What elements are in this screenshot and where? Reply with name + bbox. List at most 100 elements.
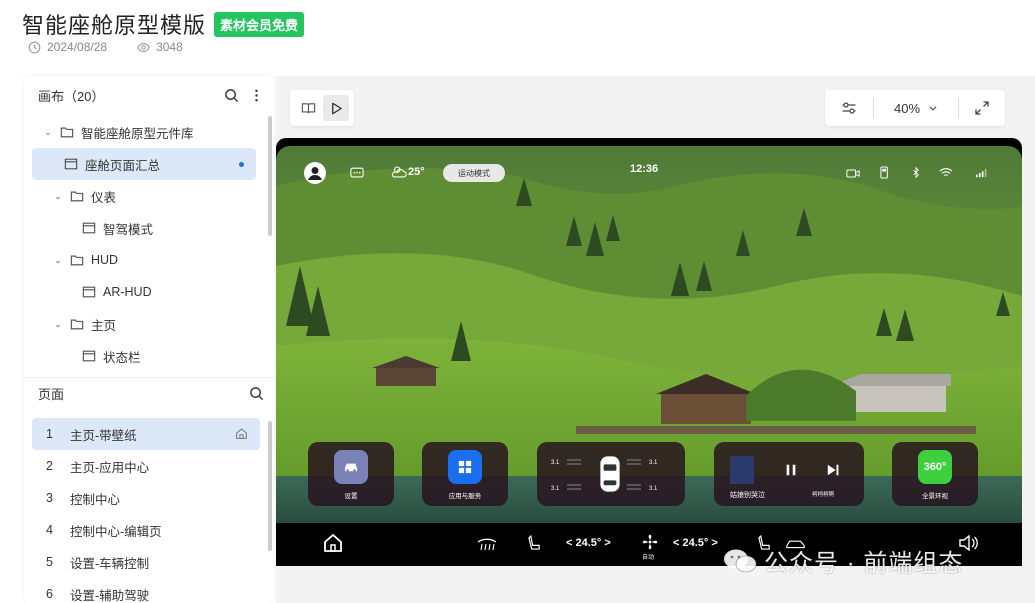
weather-cloud-sun-icon bbox=[391, 166, 407, 178]
left-panel: 画布（20） ⌄ 智能座舱原型元件库 座舱页面汇总 ⌄ 仪表 智驾模式 ⌄ HU… bbox=[24, 76, 274, 603]
camera-icon[interactable] bbox=[846, 168, 860, 179]
page-label: 控制中心 bbox=[70, 492, 121, 507]
member-free-badge[interactable]: 素材会员免费 bbox=[214, 11, 305, 37]
seat-card[interactable]: 3.1 3.1 3.1 3.1 bbox=[537, 442, 685, 506]
apps-label: 应用与服务 bbox=[448, 493, 482, 500]
home-icon bbox=[236, 428, 247, 439]
search-icon[interactable] bbox=[224, 88, 239, 103]
tree-label: 智驾模式 bbox=[103, 222, 154, 237]
clock-icon bbox=[28, 41, 41, 53]
tree-folder-hud[interactable]: ⌄ HUD bbox=[24, 244, 270, 276]
page-list-item[interactable]: 3 控制中心 bbox=[24, 482, 274, 514]
page-label: 主页-带壁纸 bbox=[70, 428, 137, 443]
chevron-down-icon[interactable]: ⌄ bbox=[52, 255, 64, 266]
chevron-down-icon bbox=[929, 106, 937, 111]
book-view-button[interactable] bbox=[295, 95, 321, 121]
pause-icon[interactable] bbox=[784, 462, 798, 478]
search-icon[interactable] bbox=[249, 386, 264, 401]
fullscreen-button[interactable] bbox=[959, 90, 1005, 126]
page-icon bbox=[82, 222, 96, 234]
chevron-down-icon[interactable]: ⌄ bbox=[42, 127, 54, 138]
book-icon bbox=[301, 102, 315, 113]
tree-folder-root[interactable]: ⌄ 智能座舱原型元件库 bbox=[24, 116, 270, 148]
chevron-down-icon[interactable]: ⌄ bbox=[52, 319, 64, 330]
folder-icon bbox=[60, 127, 74, 138]
page-list-item[interactable]: 5 设置-车辆控制 bbox=[24, 546, 274, 578]
play-button[interactable] bbox=[323, 95, 349, 121]
tree-folder-dashboard[interactable]: ⌄ 仪表 bbox=[24, 180, 270, 212]
tree-label: 主页 bbox=[91, 318, 117, 333]
left-temperature[interactable]: < 24.5° > bbox=[566, 537, 611, 549]
wifi-icon[interactable] bbox=[939, 167, 953, 178]
car-settings-icon bbox=[334, 450, 368, 484]
views-meta: 3048 bbox=[137, 40, 183, 54]
apps-card[interactable]: 应用与服务 bbox=[422, 442, 508, 506]
more-vertical-icon[interactable] bbox=[249, 88, 264, 103]
eye-icon bbox=[137, 42, 150, 52]
date-text: 2024/08/28 bbox=[47, 40, 108, 54]
tree-page-ar-hud[interactable]: AR-HUD bbox=[24, 276, 270, 308]
page-list-item[interactable]: 2 主页-应用中心 bbox=[24, 450, 274, 482]
next-track-icon[interactable] bbox=[826, 463, 840, 477]
signal-icon bbox=[976, 168, 987, 178]
page-icon bbox=[82, 286, 96, 298]
pages-title: 页面 bbox=[38, 386, 65, 402]
page-icon bbox=[82, 350, 96, 362]
settings-card[interactable]: 设置 bbox=[308, 442, 394, 506]
page-label: 设置-车辆控制 bbox=[70, 556, 150, 571]
seat-icon[interactable] bbox=[528, 535, 541, 552]
tree-folder-home[interactable]: ⌄ 主页 bbox=[24, 308, 270, 340]
tree-page-status-bar[interactable]: 状态栏 bbox=[24, 340, 270, 372]
wechat-icon bbox=[724, 549, 757, 572]
page-root: 智能座舱原型模版 素材会员免费 2024/08/28 3048 画布（20） ⌄… bbox=[0, 0, 1035, 603]
zoom-value: 40% bbox=[893, 100, 921, 116]
page-label: 控制中心-编辑页 bbox=[70, 524, 162, 539]
active-dot bbox=[239, 162, 244, 167]
page-number: 3 bbox=[46, 491, 53, 505]
page-list-item[interactable]: 4 控制中心-编辑页 bbox=[24, 514, 274, 546]
message-icon[interactable] bbox=[350, 166, 364, 180]
zoom-select[interactable]: 40% bbox=[874, 90, 958, 126]
settings-label: 设置 bbox=[344, 493, 358, 500]
meta-row: 2024/08/28 3048 bbox=[28, 40, 213, 54]
watermark: 公众号 · 前端组态 bbox=[722, 543, 963, 578]
tree-page-smart-drive[interactable]: 智驾模式 bbox=[24, 212, 270, 244]
play-icon bbox=[331, 102, 342, 114]
adjust-button[interactable] bbox=[825, 90, 873, 126]
bluetooth-icon[interactable] bbox=[912, 167, 920, 178]
page-number: 5 bbox=[46, 555, 53, 569]
avatar[interactable] bbox=[304, 162, 326, 184]
tree-page-cockpit-summary[interactable]: 座舱页面汇总 bbox=[32, 148, 256, 180]
home-icon[interactable] bbox=[323, 533, 343, 553]
page-number: 6 bbox=[46, 587, 53, 601]
song-title: 姑娘别哭泣 bbox=[730, 492, 765, 499]
watermark-text: 公众号 · 前端组态 bbox=[764, 550, 964, 577]
fan-icon[interactable] bbox=[642, 534, 658, 550]
page-list: 1 主页-带壁纸 2 主页-应用中心 3 控制中心 4 控制中心-编辑页 5 设… bbox=[24, 418, 274, 603]
pages-scrollbar[interactable] bbox=[268, 421, 272, 551]
chevron-down-icon[interactable]: ⌄ bbox=[52, 191, 64, 202]
media-card[interactable]: 姑娘别哭泣 柯柯柯啊 bbox=[714, 442, 864, 506]
canvas-panel-title: 画布（20） bbox=[38, 88, 105, 104]
drive-mode-pill[interactable]: 运动模式 bbox=[443, 164, 505, 182]
fan-mode-label: 自动 bbox=[642, 555, 655, 561]
folder-icon bbox=[70, 191, 84, 202]
tree-scrollbar[interactable] bbox=[268, 116, 272, 236]
surround-view-card[interactable]: 360° 全景环视 bbox=[892, 442, 978, 506]
page-list-item[interactable]: 1 主页-带壁纸 bbox=[32, 418, 260, 450]
right-temperature[interactable]: < 24.5° > bbox=[673, 537, 718, 549]
cockpit-screen: 25° 运动模式 12:36 设置 应用与服务 3.1 3.1 3.1 3.1 … bbox=[276, 138, 1022, 566]
surround-label: 全景环视 bbox=[922, 493, 948, 500]
page-number: 4 bbox=[46, 523, 53, 537]
view-toolbar bbox=[290, 90, 354, 126]
title-row: 智能座舱原型模版 素材会员免费 bbox=[22, 8, 305, 40]
tree-label: 智能座舱原型元件库 bbox=[81, 126, 194, 141]
weather-temp: 25° bbox=[408, 166, 425, 178]
page-number: 1 bbox=[46, 427, 53, 441]
page-label: 设置-辅助驾驶 bbox=[70, 588, 150, 603]
song-artist: 柯柯柯啊 bbox=[812, 492, 835, 498]
page-list-item[interactable]: 6 设置-辅助驾驶 bbox=[24, 578, 274, 603]
tree-label: 座舱页面汇总 bbox=[85, 158, 161, 173]
defrost-icon[interactable] bbox=[477, 536, 497, 552]
folder-icon bbox=[70, 319, 84, 330]
